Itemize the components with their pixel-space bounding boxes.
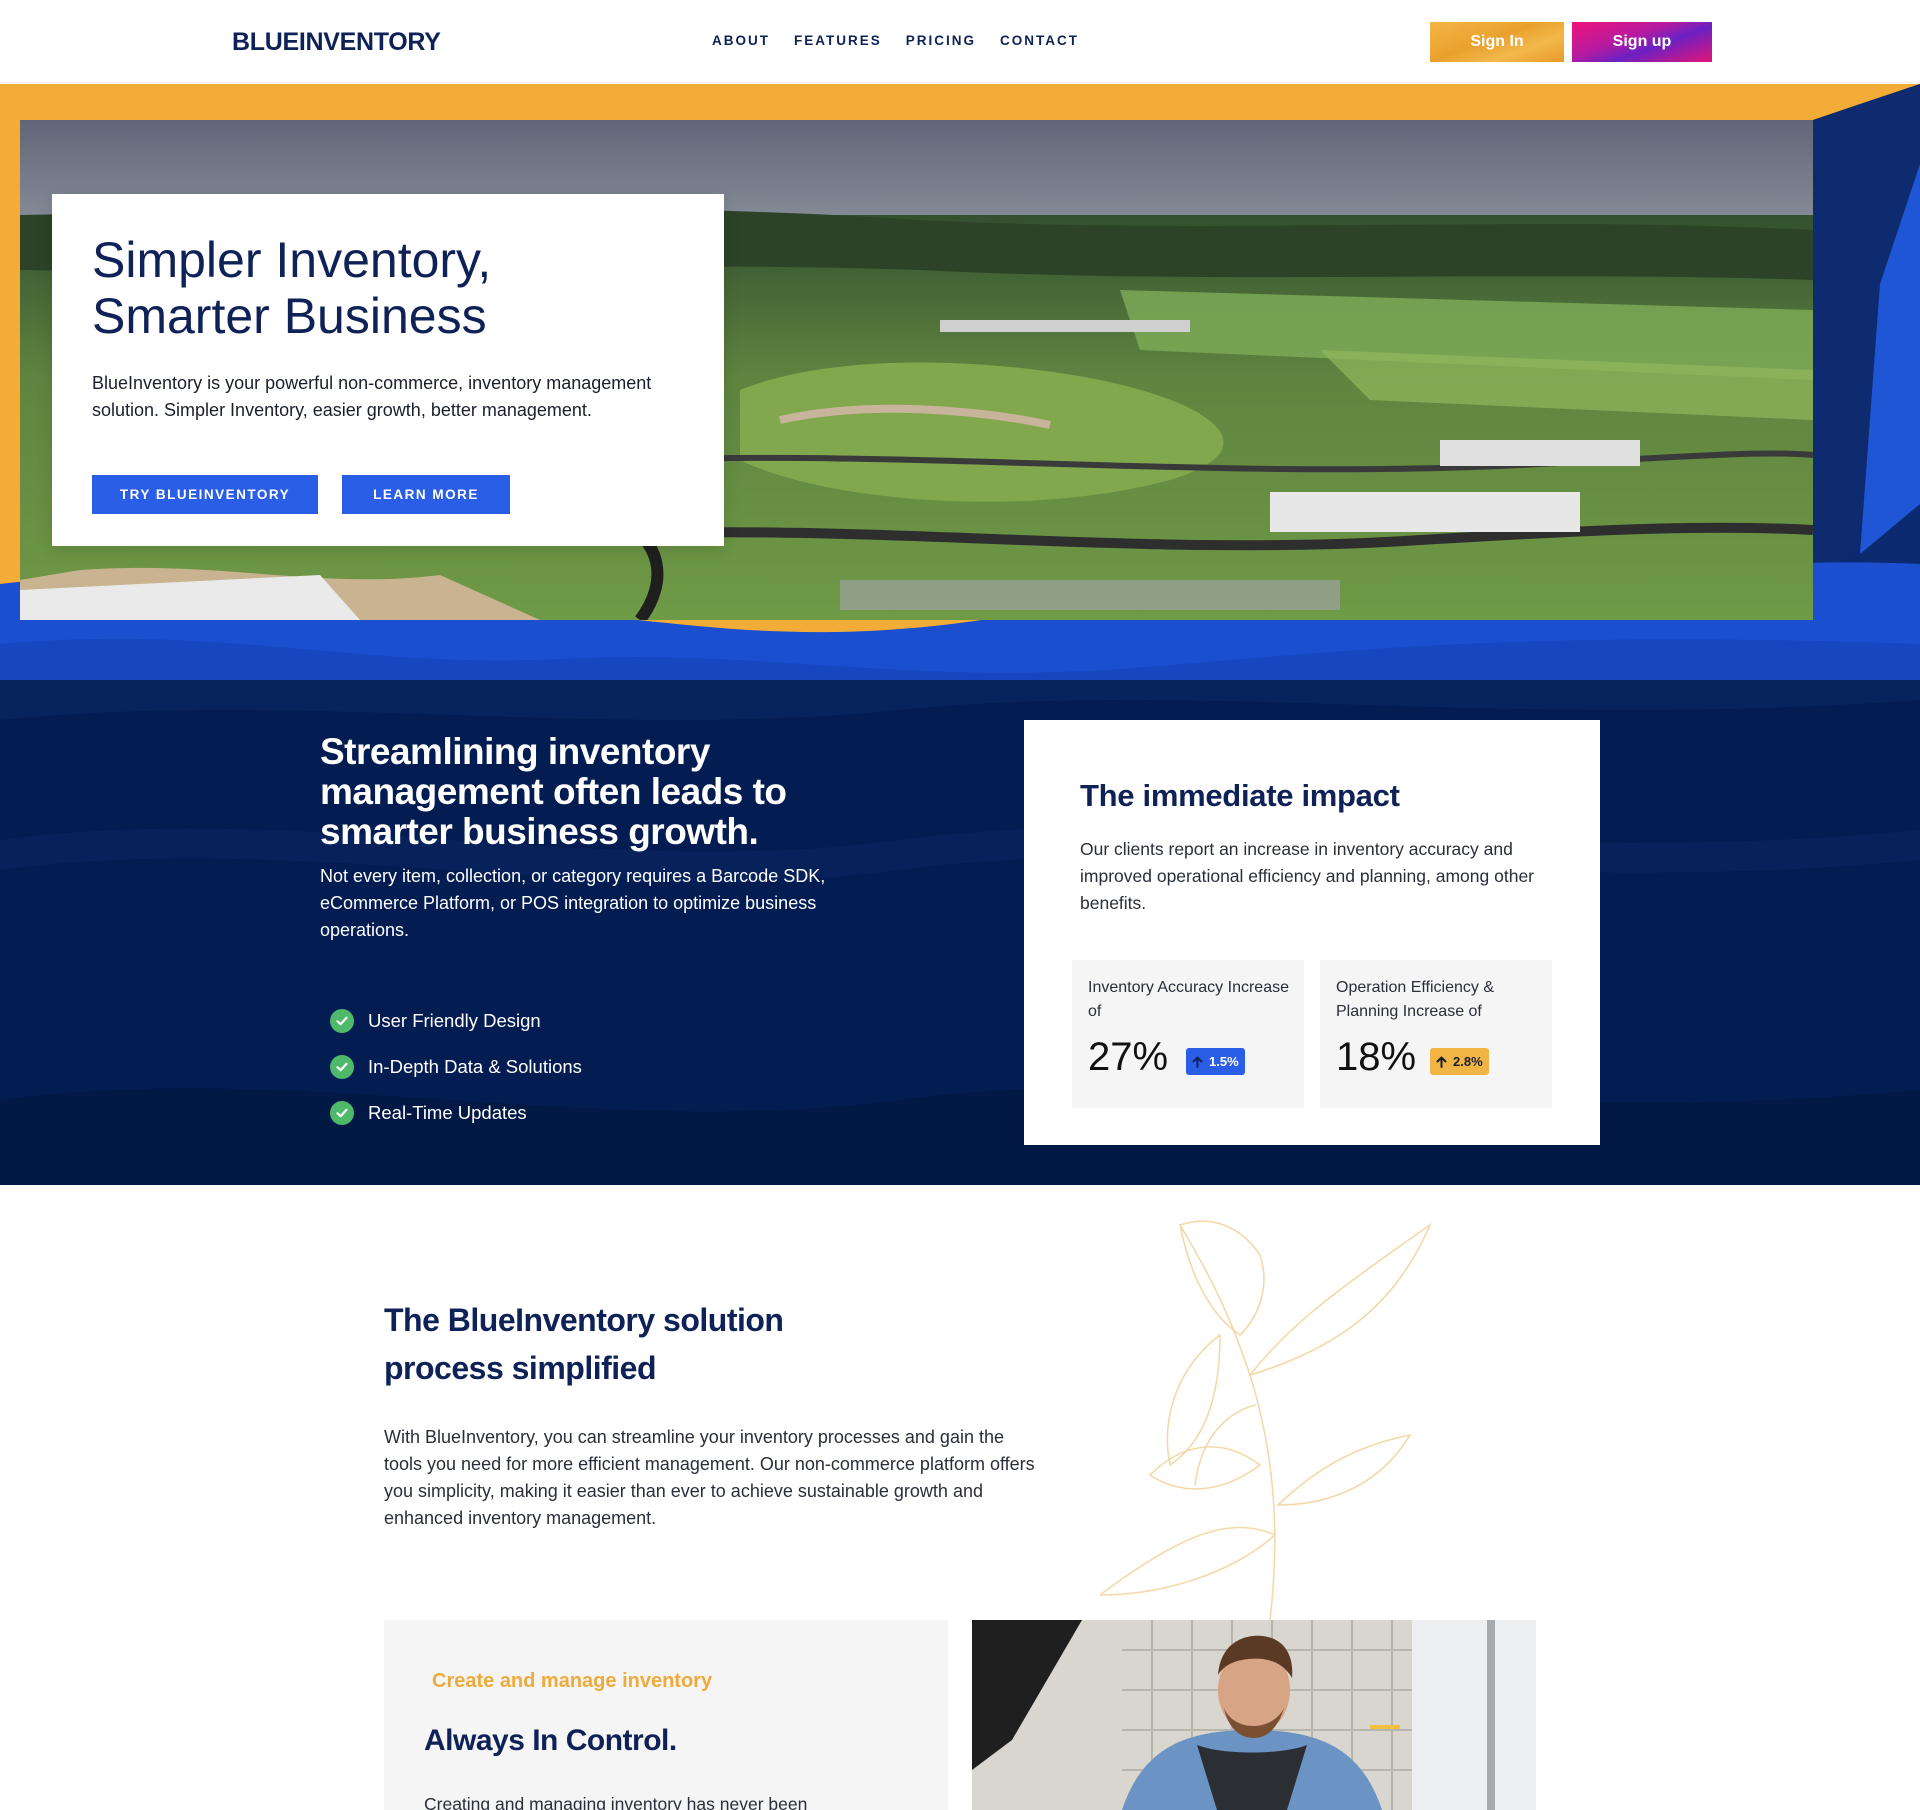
checklist-item-label: User Friendly Design xyxy=(368,1010,541,1031)
check-icon xyxy=(330,1055,354,1079)
feature-title: Always In Control. xyxy=(424,1724,677,1757)
checklist-item: User Friendly Design xyxy=(330,998,582,1044)
checklist-item-label: In-Depth Data & Solutions xyxy=(368,1056,582,1077)
feature-checklist: User Friendly Design In-Depth Data & Sol… xyxy=(330,998,582,1136)
stat-value: 18% xyxy=(1336,1035,1417,1079)
solution-title: The BlueInventory solution process simpl… xyxy=(384,1296,804,1392)
hero-card: Simpler Inventory, Smarter Business Blue… xyxy=(52,194,724,546)
stat-change-value: 2.8% xyxy=(1453,1054,1483,1069)
nav-about[interactable]: ABOUT xyxy=(712,33,770,48)
site-logo[interactable]: BLUEINVENTORY xyxy=(232,28,441,57)
check-icon xyxy=(330,1101,354,1125)
impact-title: The immediate impact xyxy=(1080,778,1400,813)
nav-features[interactable]: FEATURES xyxy=(794,33,882,48)
hero-title: Simpler Inventory, Smarter Business xyxy=(92,232,692,344)
stat-change-badge: 1.5% xyxy=(1186,1048,1245,1075)
nav-contact[interactable]: CONTACT xyxy=(1000,33,1079,48)
feature-card-inventory: Create and manage inventory Always In Co… xyxy=(384,1620,948,1810)
stat-value: 27% xyxy=(1088,1035,1169,1079)
learn-more-button[interactable]: LEARN MORE xyxy=(342,475,510,514)
check-icon xyxy=(330,1009,354,1033)
try-blueinventory-button[interactable]: TRY BLUEINVENTORY xyxy=(92,475,318,514)
checklist-item-label: Real-Time Updates xyxy=(368,1102,527,1123)
stat-operation-efficiency: Operation Efficiency & Planning Increase… xyxy=(1320,960,1552,1108)
sign-up-button[interactable]: Sign up xyxy=(1572,22,1712,62)
stat-label: Inventory Accuracy Increase of xyxy=(1088,979,1289,1020)
hero-title-line-2: Smarter Business xyxy=(92,288,487,344)
growth-section: Streamlining inventory management often … xyxy=(0,680,1920,1185)
growth-description: Not every item, collection, or category … xyxy=(320,866,826,940)
stat-change-value: 1.5% xyxy=(1209,1054,1239,1069)
growth-background-waves xyxy=(0,680,1920,1185)
arrow-up-icon xyxy=(1436,1056,1447,1068)
stat-label: Operation Efficiency & Planning Increase… xyxy=(1336,979,1495,1020)
solution-title-line-1: The BlueInventory solution xyxy=(384,1302,784,1338)
impact-card: The immediate impact Our clients report … xyxy=(1024,720,1600,1145)
checklist-item: In-Depth Data & Solutions xyxy=(330,1044,582,1090)
hero-title-line-1: Simpler Inventory, xyxy=(92,232,492,288)
nav-pricing[interactable]: PRICING xyxy=(906,33,976,48)
hero-section: Simpler Inventory, Smarter Business Blue… xyxy=(0,84,1920,680)
solution-description: With BlueInventory, you can streamline y… xyxy=(384,1427,1035,1528)
feature-text: Creating and managing inventory has neve… xyxy=(424,1794,808,1810)
site-header: BLUEINVENTORY ABOUT FEATURES PRICING CON… xyxy=(0,0,1920,83)
growth-headline: Streamlining inventory management often … xyxy=(320,731,787,852)
sign-in-button[interactable]: Sign In xyxy=(1430,22,1564,62)
stat-inventory-accuracy: Inventory Accuracy Increase of 27% 1.5% xyxy=(1072,960,1304,1108)
checklist-item: Real-Time Updates xyxy=(330,1090,582,1136)
feature-photo-worker xyxy=(972,1620,1536,1810)
arrow-up-icon xyxy=(1192,1056,1203,1068)
feature-kicker: Create and manage inventory xyxy=(432,1670,713,1692)
worker-photo-illustration xyxy=(972,1620,1536,1810)
impact-description: Our clients report an increase in invent… xyxy=(1080,839,1535,913)
leaf-decoration-icon xyxy=(1100,1220,1432,1621)
solution-title-line-2: process simplified xyxy=(384,1350,656,1386)
main-nav: ABOUT FEATURES PRICING CONTACT xyxy=(712,33,1079,48)
hero-description: BlueInventory is your powerful non-comme… xyxy=(92,373,652,420)
stat-change-badge: 2.8% xyxy=(1430,1048,1489,1075)
